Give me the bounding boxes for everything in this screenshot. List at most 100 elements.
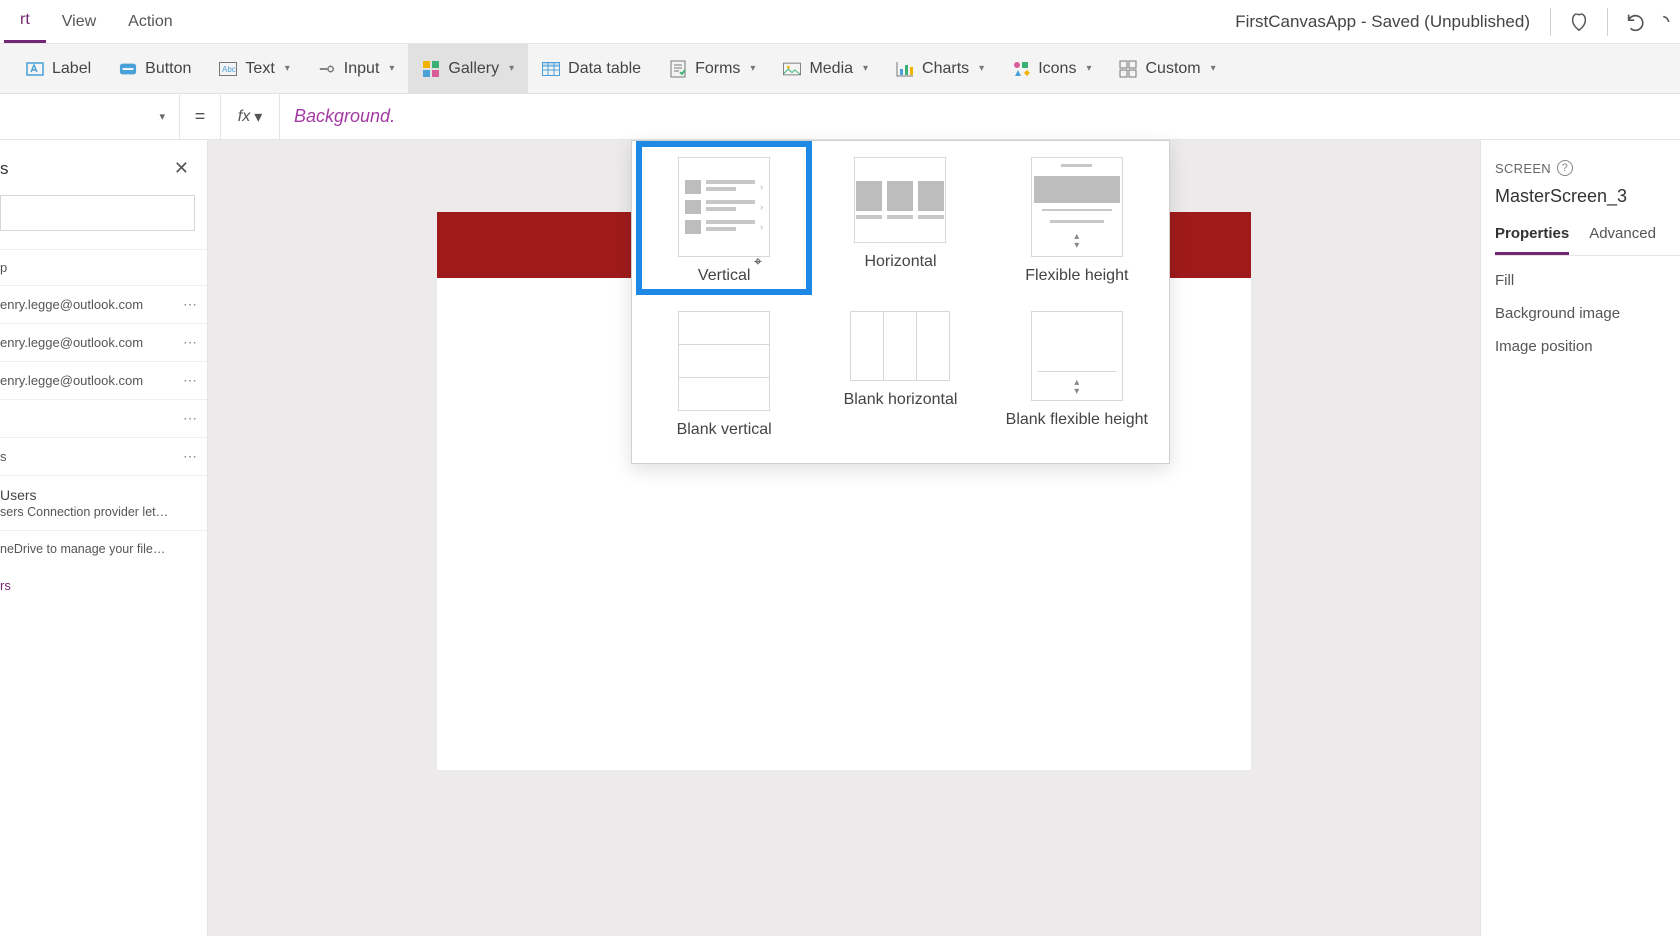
tab-advanced[interactable]: Advanced bbox=[1589, 225, 1656, 255]
ribbon-button[interactable]: Button bbox=[105, 44, 205, 93]
ribbon-label-text: Charts bbox=[922, 60, 969, 78]
more-icon[interactable] bbox=[1656, 2, 1676, 42]
menubar: rt View Action FirstCanvasApp - Saved (U… bbox=[0, 0, 1680, 44]
more-icon[interactable]: ⋯ bbox=[183, 334, 199, 351]
pane-title: s bbox=[0, 159, 9, 179]
ribbon-forms[interactable]: Forms ▾ bbox=[655, 44, 769, 93]
forms-icon bbox=[669, 60, 687, 78]
svg-text:Abc: Abc bbox=[222, 65, 236, 74]
data-item[interactable]: p bbox=[0, 249, 207, 285]
ribbon-label-text: Forms bbox=[695, 60, 740, 78]
chevron-down-icon: ▾ bbox=[1211, 63, 1216, 74]
prop-fill[interactable]: Fill bbox=[1495, 256, 1680, 289]
custom-icon bbox=[1119, 60, 1137, 78]
more-icon[interactable]: ⋯ bbox=[183, 410, 199, 427]
ribbon-input[interactable]: Input ▾ bbox=[304, 44, 409, 93]
formula-bar: ▾ = fx▾ Background. bbox=[0, 94, 1680, 140]
gallery-option-label: Blank horizontal bbox=[844, 391, 958, 409]
chevron-down-icon: ▾ bbox=[159, 110, 165, 123]
screen-section-label: SCREEN ? bbox=[1495, 160, 1680, 176]
gallery-option-blank-horizontal[interactable]: Blank horizontal bbox=[812, 295, 988, 449]
data-item[interactable]: s ⋯ bbox=[0, 437, 207, 475]
gallery-icon bbox=[422, 60, 440, 78]
menu-action-tab[interactable]: Action bbox=[112, 0, 188, 43]
gallery-option-label: Horizontal bbox=[864, 253, 936, 271]
app-checker-icon[interactable] bbox=[1559, 2, 1599, 42]
chevron-down-icon: ▾ bbox=[863, 63, 868, 74]
insert-ribbon: Label Button Abc Text ▾ Input ▾ Gallery … bbox=[0, 44, 1680, 94]
button-icon bbox=[119, 60, 137, 78]
datatable-icon bbox=[542, 60, 560, 78]
equals-label: = bbox=[180, 106, 220, 127]
gallery-thumb: ▴▾ bbox=[1031, 157, 1123, 257]
property-dropdown[interactable]: ▾ bbox=[0, 94, 180, 139]
data-item[interactable]: enry.legge@outlook.com ⋯ bbox=[0, 323, 207, 361]
data-item-desc: neDrive to manage your files. Yo... bbox=[0, 541, 170, 557]
data-item-label: enry.legge@outlook.com bbox=[0, 373, 143, 388]
close-icon[interactable]: ✕ bbox=[174, 158, 195, 179]
properties-pane: SCREEN ? MasterScreen_3 Properties Advan… bbox=[1480, 140, 1680, 936]
text-icon: Abc bbox=[219, 60, 237, 78]
canvas-area: › › › Vertical ⌖ bbox=[208, 140, 1480, 936]
ribbon-gallery[interactable]: Gallery ▾ bbox=[408, 44, 528, 93]
more-icon[interactable]: ⋯ bbox=[183, 448, 199, 465]
undo-icon[interactable] bbox=[1616, 2, 1656, 42]
data-item[interactable]: ⋯ bbox=[0, 399, 207, 437]
chevron-down-icon: ▾ bbox=[509, 63, 514, 74]
ribbon-icons[interactable]: Icons ▾ bbox=[998, 44, 1105, 93]
data-sources-pane: s ✕ p enry.legge@outlook.com ⋯ enry.legg… bbox=[0, 140, 208, 936]
gallery-option-blank-vertical[interactable]: Blank vertical bbox=[636, 295, 812, 449]
divider bbox=[1607, 8, 1608, 36]
ribbon-label-text: Custom bbox=[1145, 60, 1200, 78]
data-item-title: Users bbox=[0, 486, 199, 504]
gallery-thumb: › › › bbox=[678, 157, 770, 257]
ribbon-label[interactable]: Label bbox=[12, 44, 105, 93]
tab-properties[interactable]: Properties bbox=[1495, 225, 1569, 255]
more-icon[interactable]: ⋯ bbox=[183, 296, 199, 313]
gallery-option-label: Blank vertical bbox=[677, 421, 772, 439]
ribbon-text[interactable]: Abc Text ▾ bbox=[205, 44, 303, 93]
chevron-down-icon: ▾ bbox=[285, 63, 290, 74]
menu-insert-tab[interactable]: rt bbox=[4, 0, 46, 43]
gallery-thumb bbox=[678, 311, 770, 411]
prop-image-position[interactable]: Image position bbox=[1495, 322, 1680, 355]
data-item-label: p bbox=[0, 260, 7, 275]
ribbon-datatable[interactable]: Data table bbox=[528, 44, 655, 93]
ribbon-label-text: Data table bbox=[568, 60, 641, 78]
divider bbox=[1550, 8, 1551, 36]
gallery-option-vertical[interactable]: › › › Vertical ⌖ bbox=[636, 141, 812, 295]
gallery-option-label: Vertical bbox=[698, 267, 750, 285]
gallery-option-label: Blank flexible height bbox=[1006, 411, 1148, 429]
data-item[interactable]: Users sers Connection provider lets you … bbox=[0, 475, 207, 530]
ribbon-custom[interactable]: Custom ▾ bbox=[1105, 44, 1229, 93]
help-icon[interactable]: ? bbox=[1557, 160, 1573, 176]
data-search-input[interactable] bbox=[0, 195, 195, 231]
prop-background-image[interactable]: Background image bbox=[1495, 289, 1680, 322]
ribbon-label-text: Input bbox=[344, 60, 380, 78]
data-item[interactable]: enry.legge@outlook.com ⋯ bbox=[0, 285, 207, 323]
input-icon bbox=[318, 60, 336, 78]
data-item[interactable]: neDrive to manage your files. Yo... bbox=[0, 530, 207, 567]
formula-input[interactable]: Background. bbox=[280, 106, 1680, 127]
gallery-option-horizontal[interactable]: Horizontal bbox=[812, 141, 988, 295]
ribbon-label-text: Media bbox=[809, 60, 853, 78]
data-item[interactable]: enry.legge@outlook.com ⋯ bbox=[0, 361, 207, 399]
gallery-thumb: ▴▾ bbox=[1031, 311, 1123, 401]
ribbon-label-text: Text bbox=[245, 60, 274, 78]
gallery-option-blank-flexible-height[interactable]: ▴▾ Blank flexible height bbox=[989, 295, 1165, 449]
ribbon-media[interactable]: Media ▾ bbox=[769, 44, 882, 93]
main-area: s ✕ p enry.legge@outlook.com ⋯ enry.legg… bbox=[0, 140, 1680, 936]
gallery-option-flexible-height[interactable]: ▴▾ Flexible height bbox=[989, 141, 1165, 295]
chevron-down-icon: ▾ bbox=[979, 63, 984, 74]
more-icon[interactable]: ⋯ bbox=[183, 372, 199, 389]
menu-view-tab[interactable]: View bbox=[46, 0, 112, 43]
data-item-desc: sers Connection provider lets you ... bbox=[0, 504, 170, 520]
ribbon-charts[interactable]: Charts ▾ bbox=[882, 44, 998, 93]
charts-icon bbox=[896, 60, 914, 78]
ribbon-label-text: Label bbox=[52, 60, 91, 78]
fx-icon: fx bbox=[238, 108, 250, 126]
connectors-link[interactable]: rs bbox=[0, 568, 207, 593]
icons-icon bbox=[1012, 60, 1030, 78]
gallery-thumb bbox=[850, 311, 950, 381]
fx-button[interactable]: fx▾ bbox=[220, 94, 280, 139]
